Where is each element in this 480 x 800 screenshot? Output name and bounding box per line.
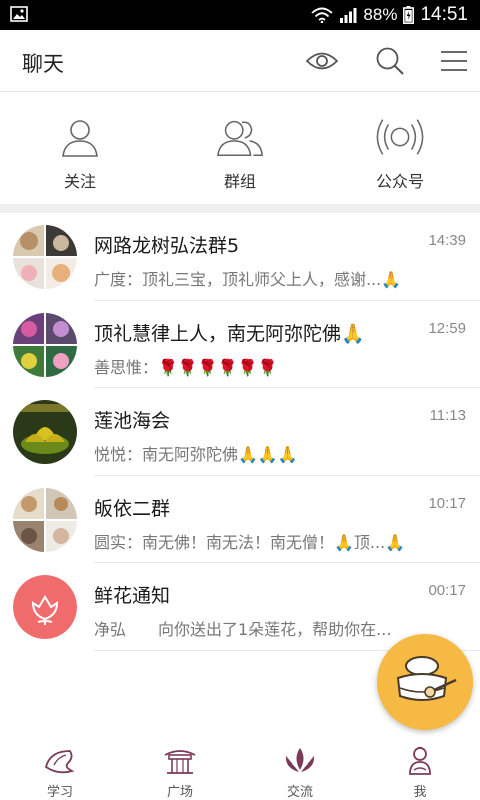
search-icon[interactable] xyxy=(372,44,408,78)
signal-icon xyxy=(339,7,357,23)
group-avatar xyxy=(13,400,77,464)
quick-links: 关注 群组 公众号 xyxy=(0,92,480,204)
chat-name: 网路龙树弘法群5 xyxy=(94,235,240,257)
buddha-icon xyxy=(402,745,438,777)
page-title: 聊天 xyxy=(22,52,64,76)
quick-link-follow[interactable]: 关注 xyxy=(0,92,160,204)
gallery-icon xyxy=(10,6,28,26)
chat-name: 皈依二群 xyxy=(94,497,171,520)
battery-percent: 88% xyxy=(363,5,398,24)
nav-chat[interactable]: 交流 xyxy=(240,740,360,800)
chat-list: 网路龙树弘法群5 14:39 广度：顶礼三宝，顶礼师父上人，感谢...🙏 顶礼慧… xyxy=(0,213,480,651)
chat-item[interactable]: 皈依二群 10:17 圆实：南无佛！南无法！南无僧！🙏顶...🙏 xyxy=(0,476,480,563)
chat-item[interactable]: 顶礼慧律上人，南无阿弥陀佛🙏 12:59 善思惟：🌹🌹🌹🌹🌹🌹 xyxy=(0,301,480,388)
chat-preview: 净弘 向你送出了1朵莲花，帮助你在... xyxy=(94,620,392,639)
group-icon xyxy=(215,114,265,160)
chat-time: 12:59 xyxy=(428,319,466,337)
nav-label: 广场 xyxy=(166,785,193,800)
chat-time: 14:39 xyxy=(428,232,466,249)
chat-preview: 广度：顶礼三宝，顶礼师父上人，感谢...🙏 xyxy=(94,270,402,289)
bottom-nav: 学习 广场 交流 我 xyxy=(0,740,480,800)
status-bar: 88% 14:51 xyxy=(0,0,480,30)
battery-icon xyxy=(403,6,415,24)
eye-icon[interactable] xyxy=(304,44,340,78)
wifi-icon xyxy=(311,7,334,23)
nav-square[interactable]: 广场 xyxy=(120,740,240,800)
conch-icon xyxy=(42,745,78,777)
chat-time: 00:17 xyxy=(428,582,466,599)
group-avatar xyxy=(13,225,77,289)
nav-me[interactable]: 我 xyxy=(360,740,480,800)
person-icon xyxy=(55,114,105,160)
lotus-icon xyxy=(282,745,318,777)
quick-link-label: 群组 xyxy=(223,172,256,191)
chat-item[interactable]: 网路龙树弘法群5 14:39 广度：顶礼三宝，顶礼师父上人，感谢...🙏 xyxy=(0,213,480,301)
broadcast-icon xyxy=(375,114,425,160)
quick-link-official-accounts[interactable]: 公众号 xyxy=(320,92,480,204)
nav-study[interactable]: 学习 xyxy=(0,740,120,800)
chat-name: 鲜花通知 xyxy=(94,585,171,607)
quick-link-label: 公众号 xyxy=(375,172,424,191)
nav-label: 交流 xyxy=(286,785,313,800)
group-avatar xyxy=(13,312,77,377)
section-divider xyxy=(0,204,480,213)
chat-item[interactable]: 莲池海会 11:13 悦悦：南无阿弥陀佛🙏🙏🙏 xyxy=(0,388,480,476)
chat-name: 顶礼慧律上人，南无阿弥陀佛🙏 xyxy=(94,322,365,345)
quick-link-groups[interactable]: 群组 xyxy=(160,92,320,204)
chat-preview: 善思惟：🌹🌹🌹🌹🌹🌹 xyxy=(94,357,278,377)
chat-time: 10:17 xyxy=(428,494,466,512)
chat-time: 11:13 xyxy=(429,407,466,424)
group-avatar xyxy=(13,487,77,552)
quick-link-label: 关注 xyxy=(63,172,96,191)
temple-icon xyxy=(162,745,198,777)
floating-action-button[interactable] xyxy=(377,634,473,730)
nav-label: 我 xyxy=(413,785,427,800)
menu-icon[interactable] xyxy=(436,44,472,78)
app-header: 聊天 xyxy=(0,30,480,92)
donation-bowl-icon xyxy=(396,656,457,701)
nav-label: 学习 xyxy=(46,785,73,800)
chat-preview: 悦悦：南无阿弥陀佛🙏🙏🙏 xyxy=(94,445,298,464)
chat-name: 莲池海会 xyxy=(94,410,171,432)
chat-preview: 圆实：南无佛！南无法！南无僧！🙏顶...🙏 xyxy=(94,532,406,552)
clock: 14:51 xyxy=(420,4,468,25)
flower-notice-avatar xyxy=(13,575,77,639)
